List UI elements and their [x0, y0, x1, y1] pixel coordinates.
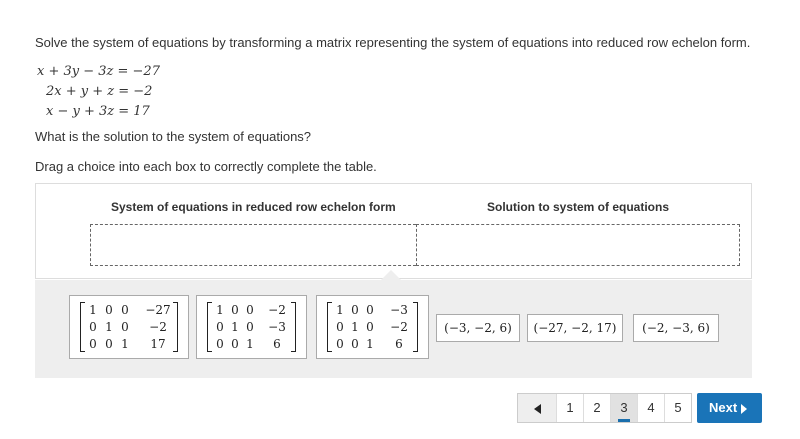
- matrix-cell: 0: [246, 303, 254, 317]
- equation-1: x + 3y − 3z = −27: [37, 64, 160, 79]
- matrix-row: 0 0 1 6: [327, 337, 418, 354]
- matrix-cell: 0: [246, 320, 254, 334]
- drop-box-solution[interactable]: [416, 224, 740, 266]
- matrix-cell: −2: [268, 303, 286, 317]
- choice-solution-2[interactable]: (−27, −2, 17): [527, 314, 623, 342]
- matrix: 1 0 0 −2 0 1 0 −3 0 0 1 6: [207, 302, 296, 352]
- matrix-row: 1 0 0 −3: [327, 303, 418, 320]
- choice-matrix-1[interactable]: 1 0 0 −27 0 1 0 −2 0 0 1 17: [69, 295, 189, 359]
- choice-tray: 1 0 0 −27 0 1 0 −2 0 0 1 17 1 0 0 −2 0 1…: [35, 280, 752, 378]
- page-navigator: 1 2 3 4 5: [517, 393, 692, 423]
- matrix-cell: 6: [395, 337, 403, 351]
- matrix: 1 0 0 −27 0 1 0 −2 0 0 1 17: [80, 302, 178, 352]
- matrix-row: 0 1 0 −2: [80, 320, 178, 337]
- matrix-cell: 1: [366, 337, 374, 351]
- page-button-4[interactable]: 4: [637, 394, 664, 422]
- drop-box-rref[interactable]: [90, 224, 416, 266]
- page-button-1[interactable]: 1: [556, 394, 583, 422]
- answer-table: System of equations in reduced row echel…: [35, 183, 752, 279]
- page-button-5[interactable]: 5: [664, 394, 691, 422]
- choice-solution-1[interactable]: (−3, −2, 6): [436, 314, 520, 342]
- matrix-cell: 1: [246, 337, 254, 351]
- question-text: What is the solution to the system of eq…: [35, 129, 312, 144]
- matrix-cell: 6: [273, 337, 281, 351]
- equation-2: 2x + y + z = −2: [46, 84, 153, 99]
- triangle-right-icon: [741, 403, 748, 414]
- matrix-cell: 17: [150, 337, 166, 351]
- matrix-row: 0 0 1 17: [80, 337, 178, 354]
- matrix-cell: −2: [149, 320, 167, 334]
- equation-3: x − y + 3z = 17: [46, 104, 150, 119]
- triangle-left-icon: [533, 403, 541, 414]
- next-button-label: Next: [709, 400, 738, 415]
- matrix-row: 0 1 0 −3: [207, 320, 296, 337]
- matrix-cell: 0: [366, 320, 374, 334]
- frame-right: [788, 0, 800, 439]
- matrix-cell: 0: [121, 303, 129, 317]
- page-button-2[interactable]: 2: [583, 394, 610, 422]
- matrix-cell: 0: [121, 320, 129, 334]
- matrix-cell: 1: [121, 337, 129, 351]
- matrix-cell: −3: [390, 303, 408, 317]
- page-button-3[interactable]: 3: [610, 394, 637, 422]
- matrix-cell: −2: [390, 320, 408, 334]
- frame-left: [0, 0, 12, 439]
- choice-matrix-2[interactable]: 1 0 0 −2 0 1 0 −3 0 0 1 6: [196, 295, 307, 359]
- matrix-cell: −27: [145, 303, 171, 317]
- instruction-text: Drag a choice into each box to correctly…: [35, 159, 377, 174]
- choice-matrix-3[interactable]: 1 0 0 −3 0 1 0 −2 0 0 1 6: [316, 295, 429, 359]
- matrix-row: 1 0 0 −27: [80, 303, 178, 320]
- question-prompt: Solve the system of equations by transfo…: [35, 35, 751, 50]
- tray-pointer: [381, 270, 401, 280]
- column-header-solution: Solution to system of equations: [487, 200, 670, 214]
- choice-solution-3[interactable]: (−2, −3, 6): [633, 314, 719, 342]
- matrix-row: 0 0 1 6: [207, 337, 296, 354]
- next-button[interactable]: Next: [697, 393, 762, 423]
- matrix-cell: 0: [366, 303, 374, 317]
- matrix: 1 0 0 −3 0 1 0 −2 0 0 1 6: [327, 302, 418, 352]
- previous-page-button[interactable]: [518, 394, 556, 422]
- matrix-cell: −3: [268, 320, 286, 334]
- matrix-row: 0 1 0 −2: [327, 320, 418, 337]
- column-header-rref: System of equations in reduced row echel…: [111, 200, 396, 214]
- matrix-row: 1 0 0 −2: [207, 303, 296, 320]
